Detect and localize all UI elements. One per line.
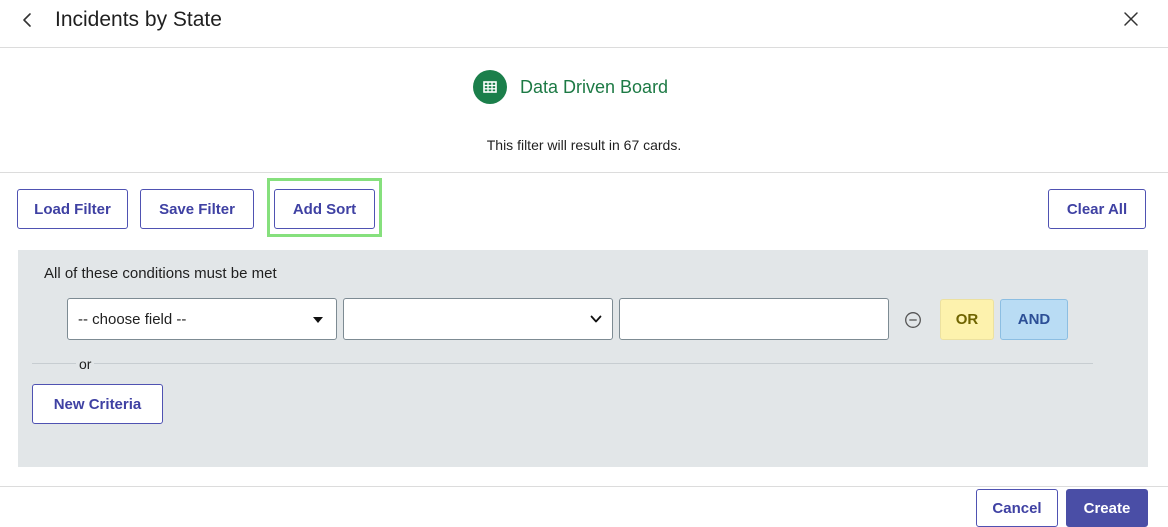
field-select-value: -- choose field --	[78, 310, 187, 328]
board-type-label: Data Driven Board	[520, 77, 669, 97]
clear-all-button[interactable]: Clear All	[1048, 189, 1146, 229]
header-divider	[0, 47, 1168, 48]
save-filter-button[interactable]: Save Filter	[140, 189, 254, 229]
operator-select[interactable]	[343, 298, 613, 340]
close-icon[interactable]	[1121, 9, 1141, 29]
table-icon	[473, 70, 507, 104]
minus-circle-icon[interactable]	[904, 311, 922, 329]
page-title: Incidents by State	[55, 8, 222, 31]
footer-divider	[0, 486, 1168, 487]
caret-down-icon	[313, 317, 323, 323]
or-separator-label: or	[76, 356, 95, 372]
create-button[interactable]: Create	[1066, 489, 1148, 527]
value-input[interactable]	[619, 298, 889, 340]
load-filter-button[interactable]: Load Filter	[17, 189, 128, 229]
chevron-left-icon[interactable]	[18, 8, 36, 32]
add-sort-button[interactable]: Add Sort	[274, 189, 375, 229]
or-separator-line	[32, 363, 1093, 364]
field-select[interactable]: -- choose field --	[67, 298, 337, 340]
and-button[interactable]: AND	[1000, 299, 1068, 340]
filter-summary: This filter will result in 67 cards.	[486, 137, 682, 153]
or-button[interactable]: OR	[940, 299, 994, 340]
conditions-heading: All of these conditions must be met	[44, 265, 277, 282]
new-criteria-button[interactable]: New Criteria	[32, 384, 163, 424]
cancel-button[interactable]: Cancel	[976, 489, 1058, 527]
chevron-down-icon	[590, 315, 602, 323]
summary-divider	[0, 172, 1168, 173]
